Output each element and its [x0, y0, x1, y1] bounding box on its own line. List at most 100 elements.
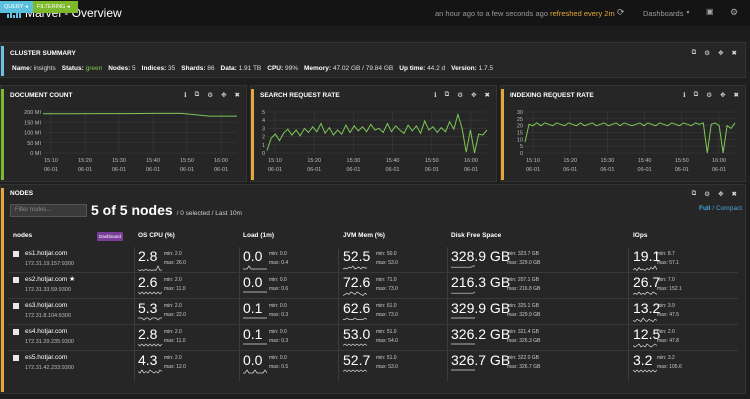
- metric-value: 326.2 GB: [451, 326, 511, 342]
- x-tick-label: 15:30: [112, 158, 126, 164]
- sparkline-path: [633, 317, 657, 323]
- node-checkbox[interactable]: [13, 355, 19, 361]
- x-tick-label: 15:40: [386, 158, 400, 164]
- node-name[interactable]: es5.hotjar.com: [25, 354, 67, 361]
- metric-max: max: 57.1: [657, 260, 679, 266]
- move-icon[interactable]: ✥: [720, 91, 725, 99]
- metric-value: 329.9 GB: [451, 300, 511, 316]
- node-checkbox[interactable]: [13, 277, 19, 283]
- copy-icon[interactable]: ⧉: [692, 49, 697, 57]
- metric-max: max: 12.0: [164, 364, 186, 370]
- move-icon[interactable]: ✥: [221, 91, 226, 99]
- close-icon[interactable]: ✖: [732, 190, 737, 198]
- copy-icon[interactable]: ⧉: [692, 190, 697, 198]
- filter-nodes-input[interactable]: Filter nodes...: [10, 204, 87, 217]
- filtering-tab[interactable]: FILTERING ◂: [33, 1, 78, 13]
- summary-status: Status: green: [61, 65, 103, 72]
- column-header-disk[interactable]: Disk Free Space: [451, 232, 501, 239]
- gear-icon[interactable]: ⚙: [704, 49, 710, 57]
- node-name[interactable]: es3.hotjar.com: [25, 302, 67, 309]
- info-icon[interactable]: ℹ: [184, 91, 186, 99]
- move-icon[interactable]: ✥: [718, 190, 723, 198]
- move-icon[interactable]: ✥: [471, 91, 476, 99]
- column-header-cpu[interactable]: OS CPU (%): [138, 232, 175, 239]
- row-separator: [8, 324, 738, 325]
- full-view-link[interactable]: Full: [699, 205, 711, 212]
- gear-icon[interactable]: ⚙: [706, 91, 712, 99]
- close-icon[interactable]: ✖: [235, 91, 240, 99]
- metric-max: max: 105.6: [657, 364, 682, 370]
- sparkline-path: [243, 369, 267, 374]
- sparkline-path: [138, 343, 162, 347]
- metric-max: max: 329.9 GB: [507, 312, 541, 318]
- metric-min: min: 2.0: [164, 355, 182, 361]
- metric-min: min: 3.2: [657, 355, 675, 361]
- y-tick-label: 0 MI: [30, 151, 41, 157]
- metric-max: max: 0.5: [269, 364, 289, 370]
- column-header-jvm[interactable]: JVM Mem (%): [343, 232, 385, 239]
- node-name[interactable]: es2.hotjar.com: [25, 276, 67, 283]
- sparkline-path: [138, 265, 162, 271]
- metric-value: 0.1: [243, 300, 263, 316]
- summary-indices: Indices: 35: [141, 65, 176, 72]
- metric-value: 0.1: [243, 326, 263, 342]
- y-tick-label: 10: [517, 137, 523, 143]
- x-tick-label: 16:00: [464, 158, 478, 164]
- series-line: [524, 122, 736, 154]
- move-icon[interactable]: ✥: [718, 49, 723, 57]
- metric-min: min: 0.0: [269, 355, 287, 361]
- column-header-iops[interactable]: IOps: [633, 232, 647, 239]
- panel-accent: [501, 89, 504, 180]
- metric-min: min: 325.1 GB: [507, 303, 539, 309]
- copy-icon[interactable]: ⧉: [445, 91, 450, 99]
- close-icon[interactable]: ✖: [732, 49, 737, 57]
- summary-name: Name: insights: [12, 65, 56, 72]
- dashboards-menu[interactable]: Dashboards ▼: [643, 0, 691, 26]
- panel-toolbar: ⧉ ⚙ ✥ ✖: [692, 190, 737, 198]
- time-range-picker[interactable]: an hour ago to a few seconds ago refresh…: [435, 0, 615, 26]
- metric-value: 0.0: [243, 274, 263, 290]
- compact-view-link[interactable]: Compact: [716, 205, 742, 212]
- node-address: 172.31.19.157:9300: [25, 261, 74, 267]
- copy-icon[interactable]: ⧉: [195, 91, 200, 99]
- info-icon[interactable]: ℹ: [434, 91, 436, 99]
- close-icon[interactable]: ✖: [485, 91, 490, 99]
- node-checkbox[interactable]: [13, 329, 19, 335]
- info-icon[interactable]: ℹ: [683, 91, 685, 99]
- metric-value: 5.3: [138, 300, 158, 316]
- refresh-icon[interactable]: ⟳: [617, 7, 625, 18]
- x-tick-date: 06-01: [78, 167, 92, 173]
- panel-accent: [1, 89, 4, 180]
- column-header-nodes[interactable]: nodes: [13, 232, 32, 239]
- x-tick-date: 06-01: [712, 167, 726, 173]
- y-tick-label: 3: [262, 126, 265, 132]
- copy-icon[interactable]: ⧉: [694, 91, 699, 99]
- dashboard-badge[interactable]: Dashboard: [97, 232, 124, 241]
- row-separator: [8, 298, 738, 299]
- y-tick-label: 5: [520, 144, 523, 150]
- x-tick-date: 06-01: [307, 167, 321, 173]
- node-checkbox[interactable]: [13, 303, 19, 309]
- gear-icon[interactable]: ⚙: [457, 91, 463, 99]
- indexing-request-rate-panel: INDEXING REQUEST RATE ℹ ⧉ ⚙ ✥ ✖ 30 25 20 15 10 5 0…: [500, 85, 746, 182]
- metric-min: min: 323.7 GB: [507, 251, 539, 257]
- metric-value: 216.3 GB: [451, 274, 511, 290]
- save-icon[interactable]: ▣: [706, 7, 714, 16]
- query-tab[interactable]: QUERY ◂: [0, 1, 33, 13]
- column-header-load[interactable]: Load (1m): [243, 232, 274, 239]
- y-tick-label: 5: [262, 110, 265, 116]
- gear-icon[interactable]: ⚙: [730, 7, 738, 18]
- gear-icon[interactable]: ⚙: [207, 91, 213, 99]
- gear-icon[interactable]: ⚙: [704, 190, 710, 198]
- metric-min: min: 71.0: [376, 277, 397, 283]
- node-name[interactable]: es1.hotjar.com: [25, 250, 67, 257]
- node-name[interactable]: es4.hotjar.com: [25, 328, 67, 335]
- metric-max: max: 0.3: [269, 312, 289, 318]
- x-tick-label: 15:50: [425, 158, 439, 164]
- node-checkbox[interactable]: [13, 251, 19, 257]
- column-divider: [338, 247, 339, 381]
- x-tick-date: 06-01: [386, 167, 400, 173]
- sparkline-path: [138, 317, 162, 321]
- close-icon[interactable]: ✖: [734, 91, 739, 99]
- metric-max: max: 22.0: [164, 312, 186, 318]
